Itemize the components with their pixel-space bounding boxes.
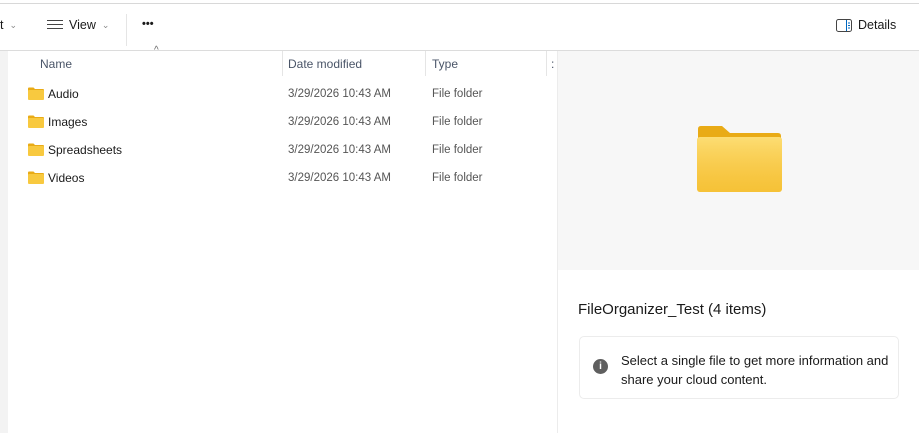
details-label: Details — [858, 18, 897, 32]
file-row[interactable]: Images 3/29/2026 10:43 AM File folder — [8, 108, 548, 136]
file-type: File folder — [432, 144, 483, 156]
file-name: Videos — [48, 171, 85, 185]
more-icon: ••• — [142, 18, 154, 30]
column-header-size[interactable]: : — [551, 57, 554, 71]
command-bar: t ⌄ View ⌄ ••• Details — [0, 4, 919, 51]
file-date: 3/29/2026 10:43 AM — [288, 144, 391, 156]
column-divider[interactable] — [425, 51, 426, 76]
file-row[interactable]: Videos 3/29/2026 10:43 AM File folder — [8, 164, 548, 192]
file-date: 3/29/2026 10:43 AM — [288, 88, 391, 100]
sort-button[interactable]: t ⌄ — [0, 18, 17, 32]
preview-area — [558, 51, 919, 270]
file-name: Audio — [48, 87, 79, 101]
folder-icon — [28, 171, 44, 184]
folder-large-icon — [697, 126, 782, 192]
view-button[interactable]: View ⌄ — [47, 18, 109, 32]
folder-icon — [28, 87, 44, 100]
folder-icon — [28, 143, 44, 156]
file-date: 3/29/2026 10:43 AM — [288, 172, 391, 184]
column-header-row: ^ Name Date modified Type : — [8, 45, 557, 79]
column-header-type[interactable]: Type — [432, 57, 458, 71]
file-row[interactable]: Spreadsheets 3/29/2026 10:43 AM File fol… — [8, 136, 548, 164]
details-button[interactable]: Details — [836, 18, 896, 32]
file-type: File folder — [432, 88, 483, 100]
file-name: Spreadsheets — [48, 143, 123, 157]
sort-ascending-icon: ^ — [154, 45, 159, 56]
details-pane: FileOrganizer_Test (4 items) i Select a … — [557, 51, 919, 433]
column-divider[interactable] — [282, 51, 283, 76]
file-date: 3/29/2026 10:43 AM — [288, 116, 391, 128]
info-card: i Select a single file to get more infor… — [579, 336, 899, 399]
more-options-button[interactable]: ••• — [142, 18, 154, 30]
file-row[interactable]: Audio 3/29/2026 10:43 AM File folder — [8, 80, 548, 108]
view-lines-icon — [47, 20, 63, 29]
details-pane-icon — [836, 18, 852, 32]
column-header-name[interactable]: Name — [40, 57, 72, 71]
sort-label: t — [0, 18, 4, 32]
chevron-down-icon: ⌄ — [101, 19, 110, 30]
toolbar-separator — [126, 14, 127, 46]
folder-icon — [28, 115, 44, 128]
column-header-date[interactable]: Date modified — [288, 57, 362, 71]
view-label: View — [69, 18, 96, 32]
file-list: ^ Name Date modified Type : Audio 3/29/2… — [0, 45, 557, 433]
file-type: File folder — [432, 172, 483, 184]
file-name: Images — [48, 115, 88, 129]
chevron-down-icon: ⌄ — [9, 19, 18, 30]
column-divider[interactable] — [546, 51, 547, 76]
file-type: File folder — [432, 116, 483, 128]
details-title: FileOrganizer_Test (4 items) — [578, 301, 767, 318]
info-text: Select a single file to get more informa… — [621, 353, 889, 387]
info-icon: i — [593, 359, 608, 374]
